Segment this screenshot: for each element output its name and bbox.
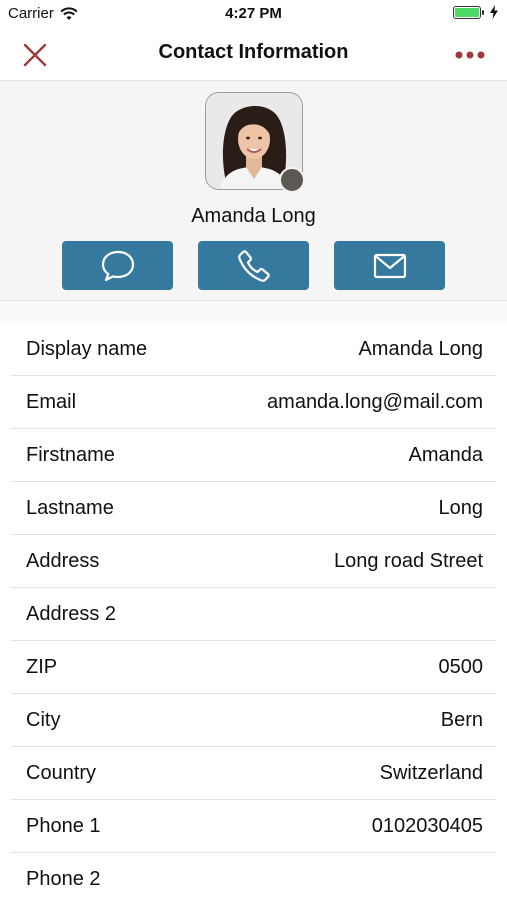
detail-label: Address 2	[26, 603, 117, 625]
nav-bar: Contact Information	[0, 28, 507, 81]
detail-label: Lastname	[26, 497, 114, 519]
detail-row-phone-2[interactable]: Phone 2	[11, 853, 496, 905]
detail-value: Long road Street	[334, 550, 483, 572]
detail-label: City	[26, 709, 61, 731]
chat-bubble-icon	[101, 250, 134, 281]
detail-row-phone-1[interactable]: Phone 1 0102030405	[11, 800, 496, 853]
charging-bolt-icon	[490, 5, 498, 19]
status-bar: Carrier 4:27 PM	[0, 0, 507, 28]
detail-row-country[interactable]: Country Switzerland	[11, 747, 496, 800]
phone-icon	[237, 249, 270, 282]
more-options-button[interactable]	[453, 40, 487, 70]
battery-icon	[453, 5, 484, 19]
call-button[interactable]	[198, 241, 309, 290]
chat-button[interactable]	[62, 241, 173, 290]
detail-row-city[interactable]: City Bern	[11, 694, 496, 747]
detail-row-firstname[interactable]: Firstname Amanda	[11, 429, 496, 482]
detail-value: Bern	[440, 709, 483, 731]
detail-label: Address	[26, 550, 100, 572]
detail-label: Country	[26, 762, 97, 784]
contact-name: Amanda Long	[191, 205, 316, 227]
contact-details-list: Display name Amanda Long Email amanda.lo…	[0, 323, 507, 905]
contact-header: Amanda Long	[0, 81, 507, 301]
detail-row-email[interactable]: Email amanda.long@mail.com	[11, 376, 496, 429]
email-button[interactable]	[334, 241, 445, 290]
detail-row-display-name[interactable]: Display name Amanda Long	[11, 323, 496, 376]
status-time: 4:27 PM	[225, 5, 282, 22]
page-title: Contact Information	[158, 41, 349, 63]
detail-label: Phone 2	[26, 868, 101, 890]
detail-value: Switzerland	[379, 762, 483, 784]
detail-row-lastname[interactable]: Lastname Long	[11, 482, 496, 535]
detail-label: Firstname	[26, 444, 115, 466]
detail-value: Long	[438, 497, 484, 519]
detail-row-address[interactable]: Address Long road Street	[11, 535, 496, 588]
detail-value: Amanda Long	[358, 338, 483, 360]
detail-value: amanda.long@mail.com	[267, 391, 483, 413]
detail-label: Display name	[26, 338, 148, 360]
detail-value: 0500	[438, 656, 484, 678]
detail-label: ZIP	[26, 656, 58, 678]
detail-value: 0102030405	[371, 815, 483, 837]
presence-status-dot	[279, 167, 305, 193]
detail-label: Phone 1	[26, 815, 101, 837]
more-dots-icon	[455, 51, 485, 59]
detail-label: Email	[26, 391, 77, 413]
section-spacer	[0, 301, 507, 323]
detail-value: Amanda	[408, 444, 484, 466]
status-right	[453, 5, 499, 19]
detail-row-zip[interactable]: ZIP 0500	[11, 641, 496, 694]
detail-row-address-2[interactable]: Address 2	[11, 588, 496, 641]
mail-icon	[373, 253, 406, 278]
